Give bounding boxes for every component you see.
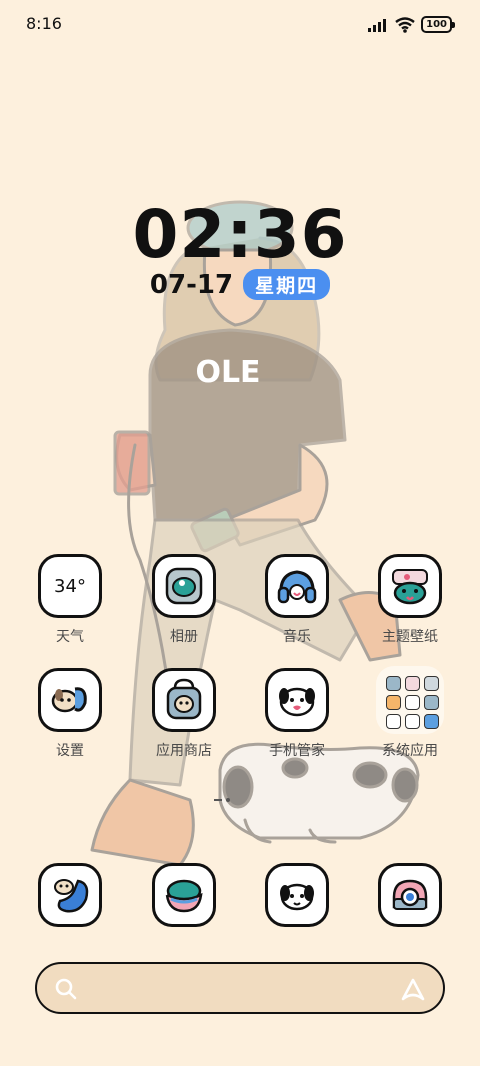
page-indicator: [214, 798, 230, 802]
photos-app-icon[interactable]: [152, 554, 216, 618]
themes-icon: [392, 569, 428, 605]
status-time: 8:16: [26, 14, 62, 33]
folder-app-icon: [424, 695, 439, 710]
weather-temp: 34°: [54, 575, 86, 597]
phone-app-icon[interactable]: [38, 863, 102, 927]
assistant-icon[interactable]: [399, 975, 427, 1003]
clock-date: 07-17: [149, 269, 234, 300]
system-apps-folder-label: 系统应用: [382, 743, 438, 759]
settings-dog-icon: [51, 687, 87, 713]
clock-widget[interactable]: 02:36 07-17 星期四: [0, 195, 480, 300]
status-bar: 8:16 100: [0, 12, 480, 38]
folder-app-icon: [386, 676, 401, 691]
shirt-text: OLE: [195, 355, 260, 390]
music-app-label: 音乐: [283, 629, 311, 645]
themes-app-icon[interactable]: [378, 554, 442, 618]
clock-weekday: 星期四: [243, 269, 331, 300]
globe-bowl-icon: [165, 879, 203, 913]
security-app-label: 手机管家: [269, 743, 325, 759]
security-dog-icon: [279, 687, 315, 717]
clock-time: 02:36: [132, 196, 348, 273]
phone-icon: [54, 879, 89, 913]
system-apps-folder[interactable]: [376, 666, 444, 734]
folder-app-icon: [405, 695, 420, 710]
messages-app-icon[interactable]: [265, 863, 329, 927]
settings-app-icon[interactable]: [38, 668, 102, 732]
music-app-icon[interactable]: [265, 554, 329, 618]
message-dog-icon: [280, 883, 314, 911]
browser-app-icon[interactable]: [152, 863, 216, 927]
camera-icon: [392, 879, 428, 910]
appstore-app-icon[interactable]: [152, 668, 216, 732]
folder-app-icon: [405, 714, 420, 729]
folder-app-icon: [386, 695, 401, 710]
shopping-bag-icon: [166, 678, 202, 720]
security-app-icon[interactable]: [265, 668, 329, 732]
themes-app-label: 主题壁纸: [382, 629, 438, 645]
clock-date-row: 07-17 星期四: [0, 269, 480, 300]
status-icons: 100: [367, 16, 455, 33]
photos-icon: [165, 567, 203, 605]
folder-app-icon: [386, 714, 401, 729]
headphones-icon: [277, 570, 317, 604]
camera-app-icon[interactable]: [378, 863, 442, 927]
search-bar[interactable]: [35, 962, 445, 1014]
appstore-app-label: 应用商店: [156, 743, 212, 759]
settings-app-label: 设置: [56, 743, 84, 759]
signal-icon: [368, 18, 387, 32]
search-icon[interactable]: [55, 978, 77, 1000]
wifi-icon: [395, 16, 415, 33]
folder-app-icon: [424, 676, 439, 691]
battery-icon: 100: [421, 16, 455, 33]
folder-app-icon: [424, 714, 439, 729]
folder-app-icon: [405, 676, 420, 691]
weather-app-icon[interactable]: 34°: [38, 554, 102, 618]
photos-app-label: 相册: [170, 629, 198, 645]
weather-app-label: 天气: [56, 629, 84, 645]
